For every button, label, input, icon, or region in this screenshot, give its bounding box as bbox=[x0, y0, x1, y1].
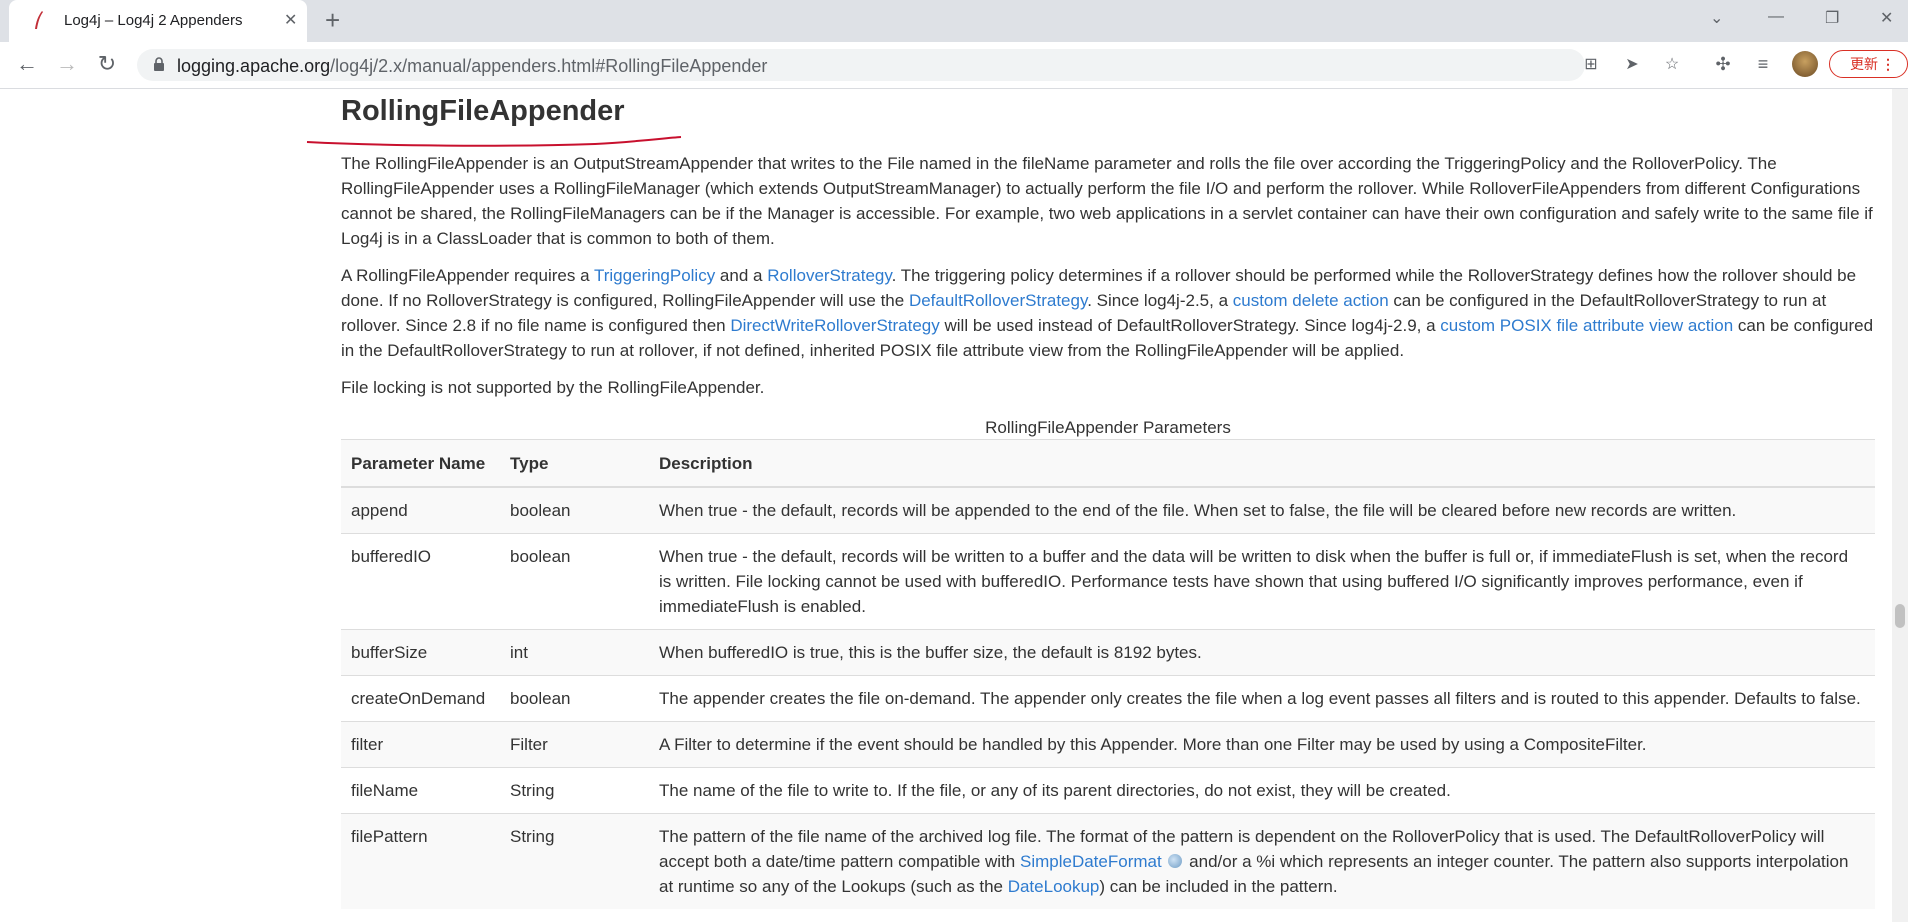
url-text[interactable]: logging.apache.org/log4j/2.x/manual/appe… bbox=[177, 56, 767, 77]
custom-posix-action-link[interactable]: custom POSIX file attribute view action bbox=[1440, 316, 1733, 335]
table-row: filter Filter A Filter to determine if t… bbox=[341, 721, 1875, 768]
reload-button[interactable]: ↻ bbox=[94, 51, 120, 77]
translate-icon[interactable]: ⊞ bbox=[1581, 55, 1601, 75]
external-link-globe-icon bbox=[1168, 854, 1183, 868]
header-type: Type bbox=[500, 439, 649, 488]
simple-date-format-link[interactable]: SimpleDateFormat bbox=[1020, 852, 1162, 871]
lock-icon[interactable] bbox=[153, 57, 165, 71]
table-row: fileName String The name of the file to … bbox=[341, 767, 1875, 814]
rollover-strategy-link[interactable]: RolloverStrategy bbox=[767, 266, 891, 285]
param-name: filePattern bbox=[341, 813, 500, 909]
direct-write-rollover-strategy-link[interactable]: DirectWriteRolloverStrategy bbox=[730, 316, 939, 335]
param-type: Filter bbox=[500, 721, 649, 768]
header-description: Description bbox=[649, 439, 1875, 488]
menu-dots-icon[interactable]: ⋮ bbox=[1881, 51, 1895, 77]
intro-paragraph: The RollingFileAppender is an OutputStre… bbox=[341, 154, 1873, 248]
tab-strip: Log4j – Log4j 2 Appenders ✕ + ⌄ — ❐ ✕ bbox=[0, 0, 1908, 42]
scrollbar-thumb[interactable] bbox=[1895, 604, 1905, 628]
param-type: int bbox=[500, 629, 649, 676]
param-name: append bbox=[341, 486, 500, 534]
param-type: boolean bbox=[500, 486, 649, 534]
param-description: When true - the default, records will be… bbox=[649, 486, 1875, 534]
red-underline-annotation bbox=[306, 136, 682, 147]
requirements-paragraph: A RollingFileAppender requires a Trigger… bbox=[341, 266, 1874, 360]
param-name: fileName bbox=[341, 767, 500, 814]
param-name: bufferedIO bbox=[341, 533, 500, 630]
default-rollover-strategy-link[interactable]: DefaultRolloverStrategy bbox=[909, 291, 1087, 310]
table-row: bufferSize int When bufferedIO is true, … bbox=[341, 629, 1875, 676]
parameters-table: Parameter Name Type Description append b… bbox=[341, 439, 1875, 909]
triggering-policy-link[interactable]: TriggeringPolicy bbox=[594, 266, 715, 285]
table-row: append boolean When true - the default, … bbox=[341, 486, 1875, 534]
param-name: filter bbox=[341, 721, 500, 768]
param-description: The name of the file to write to. If the… bbox=[649, 767, 1875, 814]
table-row: createOnDemand boolean The appender crea… bbox=[341, 675, 1875, 722]
new-tab-button[interactable]: + bbox=[325, 6, 340, 34]
file-locking-note: File locking is not supported by the Rol… bbox=[341, 378, 765, 397]
browser-toolbar: ← → ↻ logging.apache.org/log4j/2.x/manua… bbox=[0, 42, 1908, 89]
param-description: A Filter to determine if the event shoul… bbox=[649, 721, 1875, 768]
forward-button[interactable]: → bbox=[54, 51, 80, 77]
section-heading: RollingFileAppender bbox=[341, 95, 625, 127]
header-parameter-name: Parameter Name bbox=[341, 439, 500, 488]
param-type: boolean bbox=[500, 675, 649, 722]
back-button[interactable]: ← bbox=[14, 51, 40, 77]
page-viewport: RollingFileAppender The RollingFileAppen… bbox=[0, 89, 1908, 922]
reading-list-icon[interactable]: ≡ bbox=[1752, 53, 1774, 75]
close-window-button[interactable]: ✕ bbox=[1880, 8, 1893, 28]
table-row: bufferedIO boolean When true - the defau… bbox=[341, 533, 1875, 630]
address-bar[interactable]: logging.apache.org/log4j/2.x/manual/appe… bbox=[137, 49, 1679, 81]
bookmark-star-icon[interactable]: ☆ bbox=[1662, 55, 1682, 75]
tab-title: Log4j – Log4j 2 Appenders bbox=[64, 12, 243, 29]
send-icon[interactable]: ➤ bbox=[1622, 55, 1642, 75]
param-type: String bbox=[500, 813, 649, 909]
table-caption: RollingFileAppender Parameters bbox=[985, 418, 1231, 437]
restore-button[interactable]: ❐ bbox=[1825, 8, 1839, 28]
param-name: createOnDemand bbox=[341, 675, 500, 722]
profile-avatar[interactable] bbox=[1792, 51, 1818, 77]
tab-search-icon[interactable]: ⌄ bbox=[1710, 8, 1723, 28]
param-description: When bufferedIO is true, this is the buf… bbox=[649, 629, 1875, 676]
param-type: String bbox=[500, 767, 649, 814]
apache-feather-icon bbox=[35, 11, 43, 29]
param-type: boolean bbox=[500, 533, 649, 630]
param-name: bufferSize bbox=[341, 629, 500, 676]
date-lookup-link[interactable]: DateLookup bbox=[1008, 877, 1100, 896]
extensions-icon[interactable]: ✣ bbox=[1712, 53, 1734, 75]
param-description: The pattern of the file name of the arch… bbox=[649, 813, 1875, 909]
minimize-button[interactable]: — bbox=[1768, 8, 1784, 26]
table-row: filePattern String The pattern of the fi… bbox=[341, 813, 1875, 909]
table-header-row: Parameter Name Type Description bbox=[341, 439, 1875, 488]
vertical-scrollbar[interactable] bbox=[1892, 89, 1908, 922]
param-description: The appender creates the file on-demand.… bbox=[649, 675, 1875, 722]
param-description: When true - the default, records will be… bbox=[649, 533, 1875, 630]
tab-close-icon[interactable]: ✕ bbox=[284, 10, 297, 30]
active-tab[interactable]: Log4j – Log4j 2 Appenders ✕ bbox=[9, 0, 307, 42]
custom-delete-action-link[interactable]: custom delete action bbox=[1233, 291, 1389, 310]
update-button[interactable]: 更新 ⋮ bbox=[1829, 50, 1908, 78]
